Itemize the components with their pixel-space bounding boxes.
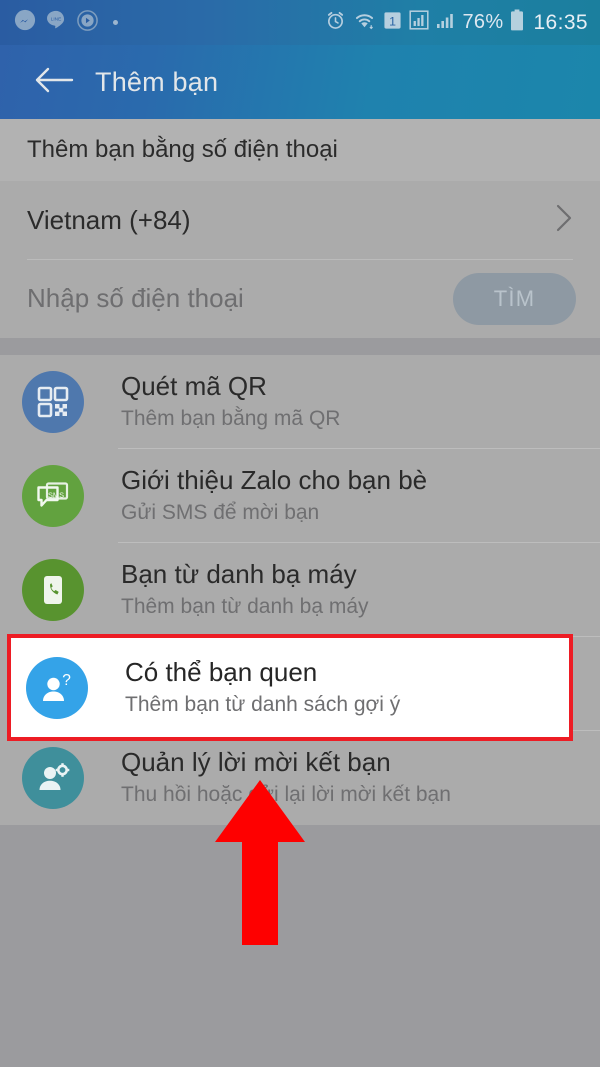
- chevron-right-icon: [555, 203, 573, 238]
- small-dot-icon: [113, 20, 118, 25]
- highlight-box: ? Có thể bạn quen Thêm bạn từ danh sách …: [7, 634, 573, 741]
- alarm-icon: [325, 10, 346, 36]
- signal-icon: [408, 10, 429, 35]
- list-item-from-contacts[interactable]: Bạn từ danh bạ máy Thêm bạn từ danh bạ m…: [0, 543, 600, 637]
- phone-screen: LINE 1 76% 16:35 Thêm bạn Thêm bạn bằng …: [0, 0, 600, 1067]
- battery-icon: [510, 9, 524, 36]
- section-header-label: Thêm bạn bằng số điện thoại: [27, 136, 338, 163]
- section-header: Thêm bạn bằng số điện thoại: [0, 119, 600, 181]
- list-item-people-you-may-know[interactable]: ? Có thể bạn quen Thêm bạn từ danh sách …: [11, 638, 569, 737]
- phone-lookup-section: Vietnam (+84) Nhập số điện thoại TÌM: [0, 181, 600, 338]
- svg-text:LINE: LINE: [51, 17, 62, 23]
- country-selector[interactable]: Vietnam (+84): [0, 181, 600, 259]
- phone-contact-icon: [22, 559, 84, 621]
- list-item-title: Quản lý lời mời kết bạn: [121, 747, 391, 778]
- line-icon: LINE: [45, 9, 67, 36]
- country-label: Vietnam (+84): [27, 204, 191, 235]
- up-arrow-annotation-icon: [215, 780, 305, 945]
- svg-text:?: ?: [62, 672, 71, 689]
- back-button[interactable]: [32, 60, 76, 104]
- list-item-title: Giới thiệu Zalo cho bạn bè: [121, 465, 428, 496]
- battery-percent-label: 76%: [462, 11, 504, 33]
- svg-text:1: 1: [389, 14, 396, 28]
- person-question-icon: ?: [26, 656, 88, 719]
- add-friend-options-list: Quét mã QR Thêm bạn bằng mã QR SMS Giới …: [0, 355, 600, 825]
- list-item-title: Có thể bạn quen: [125, 656, 318, 687]
- list-item-subtitle: Thêm bạn bằng mã QR: [121, 407, 341, 431]
- section-gap: [0, 338, 600, 355]
- wifi-icon: [353, 10, 376, 36]
- list-item-title: Bạn từ danh bạ máy: [121, 559, 357, 590]
- play-circle-icon: [76, 9, 99, 37]
- person-gear-icon: [22, 747, 84, 809]
- list-item-subtitle: Thêm bạn từ danh bạ máy: [121, 595, 369, 619]
- list-item-subtitle: Gửi SMS để mời bạn: [121, 501, 320, 525]
- page-title: Thêm bạn: [95, 66, 219, 97]
- back-arrow-icon: [34, 65, 74, 100]
- list-item-scan-qr[interactable]: Quét mã QR Thêm bạn bằng mã QR: [0, 355, 600, 449]
- qr-code-icon: [22, 371, 84, 433]
- messenger-icon: [14, 9, 36, 36]
- status-bar-left-icons: LINE: [14, 9, 118, 37]
- find-button[interactable]: TÌM: [453, 272, 576, 325]
- sim-1-icon: 1: [383, 11, 402, 35]
- phone-input-row: Nhập số điện thoại TÌM: [0, 259, 600, 338]
- svg-text:SMS: SMS: [48, 491, 64, 500]
- list-item-text: Quét mã QR Thêm bạn bằng mã QR: [121, 372, 340, 431]
- clock-label: 16:35: [533, 10, 588, 34]
- list-item-text: Bạn từ danh bạ máy Thêm bạn từ danh bạ m…: [121, 560, 369, 619]
- list-item-invite-sms[interactable]: SMS Giới thiệu Zalo cho bạn bè Gửi SMS đ…: [0, 449, 600, 543]
- list-item-text: Giới thiệu Zalo cho bạn bè Gửi SMS để mờ…: [121, 466, 427, 525]
- sms-bubble-icon: SMS: [22, 465, 84, 527]
- signal-bars-icon: [436, 10, 456, 35]
- list-item-subtitle: Thêm bạn từ danh sách gợi ý: [125, 692, 401, 716]
- list-item-text: Có thể bạn quen Thêm bạn từ danh sách gợ…: [125, 656, 401, 717]
- status-bar-right-icons: 1 76% 16:35: [325, 9, 589, 36]
- list-item-title: Quét mã QR: [121, 371, 267, 402]
- phone-number-input[interactable]: Nhập số điện thoại: [27, 283, 244, 314]
- find-button-label: TÌM: [493, 285, 536, 311]
- app-bar: Thêm bạn: [0, 45, 600, 119]
- status-bar: LINE 1 76% 16:35: [0, 0, 600, 45]
